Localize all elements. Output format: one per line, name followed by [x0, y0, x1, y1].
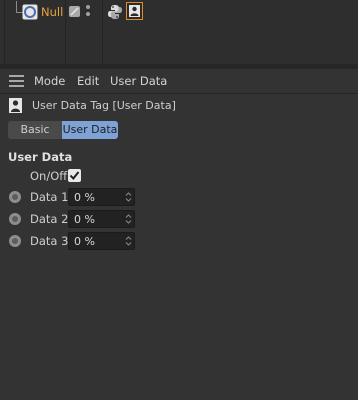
- data-row: Data 2 0 %: [0, 209, 358, 229]
- hamburger-menu-icon[interactable]: [9, 75, 24, 87]
- group-title: User Data: [8, 150, 73, 164]
- object-name[interactable]: Null: [41, 5, 63, 19]
- stepper-arrows-icon[interactable]: [125, 235, 132, 247]
- keyframe-dot-icon[interactable]: [9, 191, 21, 203]
- tab-user-data[interactable]: User Data: [62, 121, 118, 139]
- object-manager-panel: Null: [0, 0, 358, 64]
- data-3-input[interactable]: 0 %: [68, 232, 135, 250]
- field-value: 0 %: [74, 213, 95, 226]
- on-off-checkbox[interactable]: [68, 169, 81, 182]
- stepper-arrows-icon[interactable]: [125, 191, 132, 203]
- data-1-input[interactable]: 0 %: [68, 188, 135, 206]
- visibility-dots-icon[interactable]: [86, 5, 91, 19]
- data-row: Data 1 0 %: [0, 187, 358, 207]
- menu-edit[interactable]: Edit: [77, 74, 99, 88]
- checkmark-icon: [69, 171, 80, 181]
- keyframe-dot-icon[interactable]: [9, 213, 21, 225]
- data-label: Data 3: [30, 234, 69, 248]
- layer-visibility-icon[interactable]: [69, 6, 80, 17]
- user-data-tag-icon[interactable]: [126, 2, 143, 20]
- object-row-null[interactable]: Null: [0, 1, 358, 23]
- data-label: Data 1: [30, 190, 69, 204]
- attribute-title-row: User Data Tag [User Data]: [0, 95, 358, 117]
- data-row: Data 3 0 %: [0, 231, 358, 251]
- on-off-row: On/Off: [0, 166, 358, 186]
- keyframe-dot-icon[interactable]: [9, 235, 21, 247]
- on-off-label: On/Off: [30, 169, 68, 183]
- python-tag-icon[interactable]: [107, 4, 123, 20]
- field-value: 0 %: [74, 191, 95, 204]
- data-label: Data 2: [30, 212, 69, 226]
- attribute-menubar: Mode Edit User Data: [0, 69, 358, 94]
- menu-mode[interactable]: Mode: [34, 74, 65, 88]
- tab-basic[interactable]: Basic: [8, 121, 62, 139]
- data-2-input[interactable]: 0 %: [68, 210, 135, 228]
- field-value: 0 %: [74, 235, 95, 248]
- stepper-arrows-icon[interactable]: [125, 213, 132, 225]
- attribute-title: User Data Tag [User Data]: [32, 99, 176, 112]
- menu-user-data[interactable]: User Data: [110, 74, 167, 88]
- null-object-icon: [22, 4, 38, 20]
- user-data-tag-icon: [9, 98, 22, 113]
